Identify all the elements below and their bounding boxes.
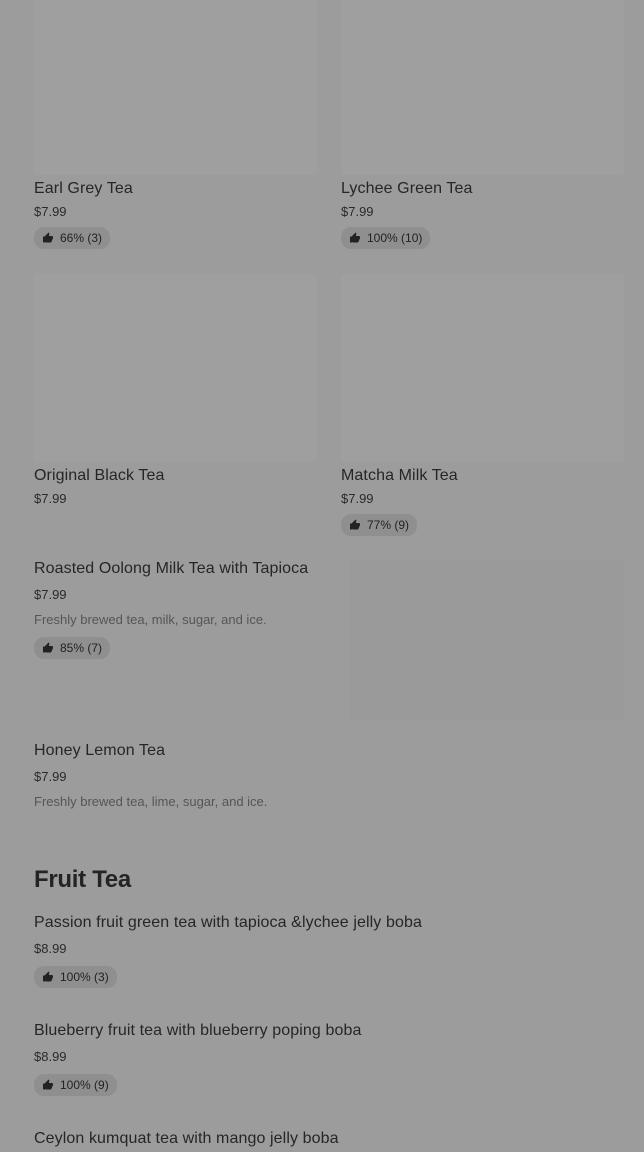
rating-text: 100% (9) (60, 1078, 109, 1092)
thumbs-up-icon (350, 519, 360, 530)
thumbs-up-icon (43, 971, 53, 982)
rating-badge: 85% (7) (34, 637, 111, 659)
rating-text: 100% (10) (367, 231, 423, 245)
rating-text: 85% (7) (60, 641, 103, 655)
menu-item-row[interactable]: Ceylon kumquat tea with mango jelly boba (34, 1130, 624, 1148)
menu-item-row[interactable]: Blueberry fruit tea with blueberry popin… (34, 1022, 624, 1096)
item-image[interactable] (341, 0, 624, 175)
menu-item-card[interactable]: Matcha Milk Tea $7.99 77% (9) (341, 274, 624, 536)
item-price: $7.99 (34, 769, 67, 784)
rating-badge: 100% (10) (341, 227, 431, 249)
item-price: $8.99 (34, 941, 67, 956)
item-name: Original Black Tea (34, 467, 165, 484)
item-name: Matcha Milk Tea (341, 467, 458, 484)
thumbs-up-icon (43, 1079, 53, 1090)
menu-item-row[interactable]: Passion fruit green tea with tapioca &ly… (34, 914, 624, 988)
item-price: $7.99 (341, 491, 374, 506)
rating-text: 77% (9) (367, 518, 410, 532)
rating-badge: 66% (3) (34, 227, 111, 249)
item-image[interactable] (34, 0, 317, 175)
menu-item-card[interactable]: Original Black Tea $7.99 (34, 274, 317, 506)
item-price: $7.99 (34, 204, 67, 219)
item-price: $7.99 (34, 491, 67, 506)
item-price: $7.99 (341, 204, 374, 219)
thumbs-up-icon (350, 232, 360, 243)
thumbs-up-icon (43, 232, 53, 243)
menu-page: Earl Grey Tea $7.99 66% (3) Lychee Green… (0, 0, 644, 1152)
item-description: Freshly brewed tea, lime, sugar, and ice… (34, 794, 268, 809)
rating-badge: 100% (3) (34, 966, 117, 988)
item-price: $8.99 (34, 1049, 67, 1064)
menu-item-row[interactable]: Honey Lemon Tea $7.99 Freshly brewed tea… (34, 742, 624, 809)
thumbs-up-icon (43, 642, 53, 653)
section-title: Fruit Tea (34, 866, 131, 893)
item-name: Lychee Green Tea (341, 180, 473, 197)
menu-item-card[interactable]: Lychee Green Tea $7.99 100% (10) (341, 0, 624, 249)
item-name: Earl Grey Tea (34, 180, 133, 197)
item-image[interactable] (349, 560, 624, 720)
rating-text: 66% (3) (60, 231, 103, 245)
item-name: Passion fruit green tea with tapioca &ly… (34, 914, 422, 931)
rating-badge: 100% (9) (34, 1074, 117, 1096)
menu-item-card[interactable]: Earl Grey Tea $7.99 66% (3) (34, 0, 317, 249)
rating-badge: 77% (9) (341, 514, 418, 536)
item-name: Blueberry fruit tea with blueberry popin… (34, 1022, 362, 1039)
item-image[interactable] (341, 274, 624, 462)
item-name: Honey Lemon Tea (34, 742, 166, 759)
item-image[interactable] (34, 274, 317, 462)
rating-text: 100% (3) (60, 970, 109, 984)
item-name: Ceylon kumquat tea with mango jelly boba (34, 1130, 339, 1147)
